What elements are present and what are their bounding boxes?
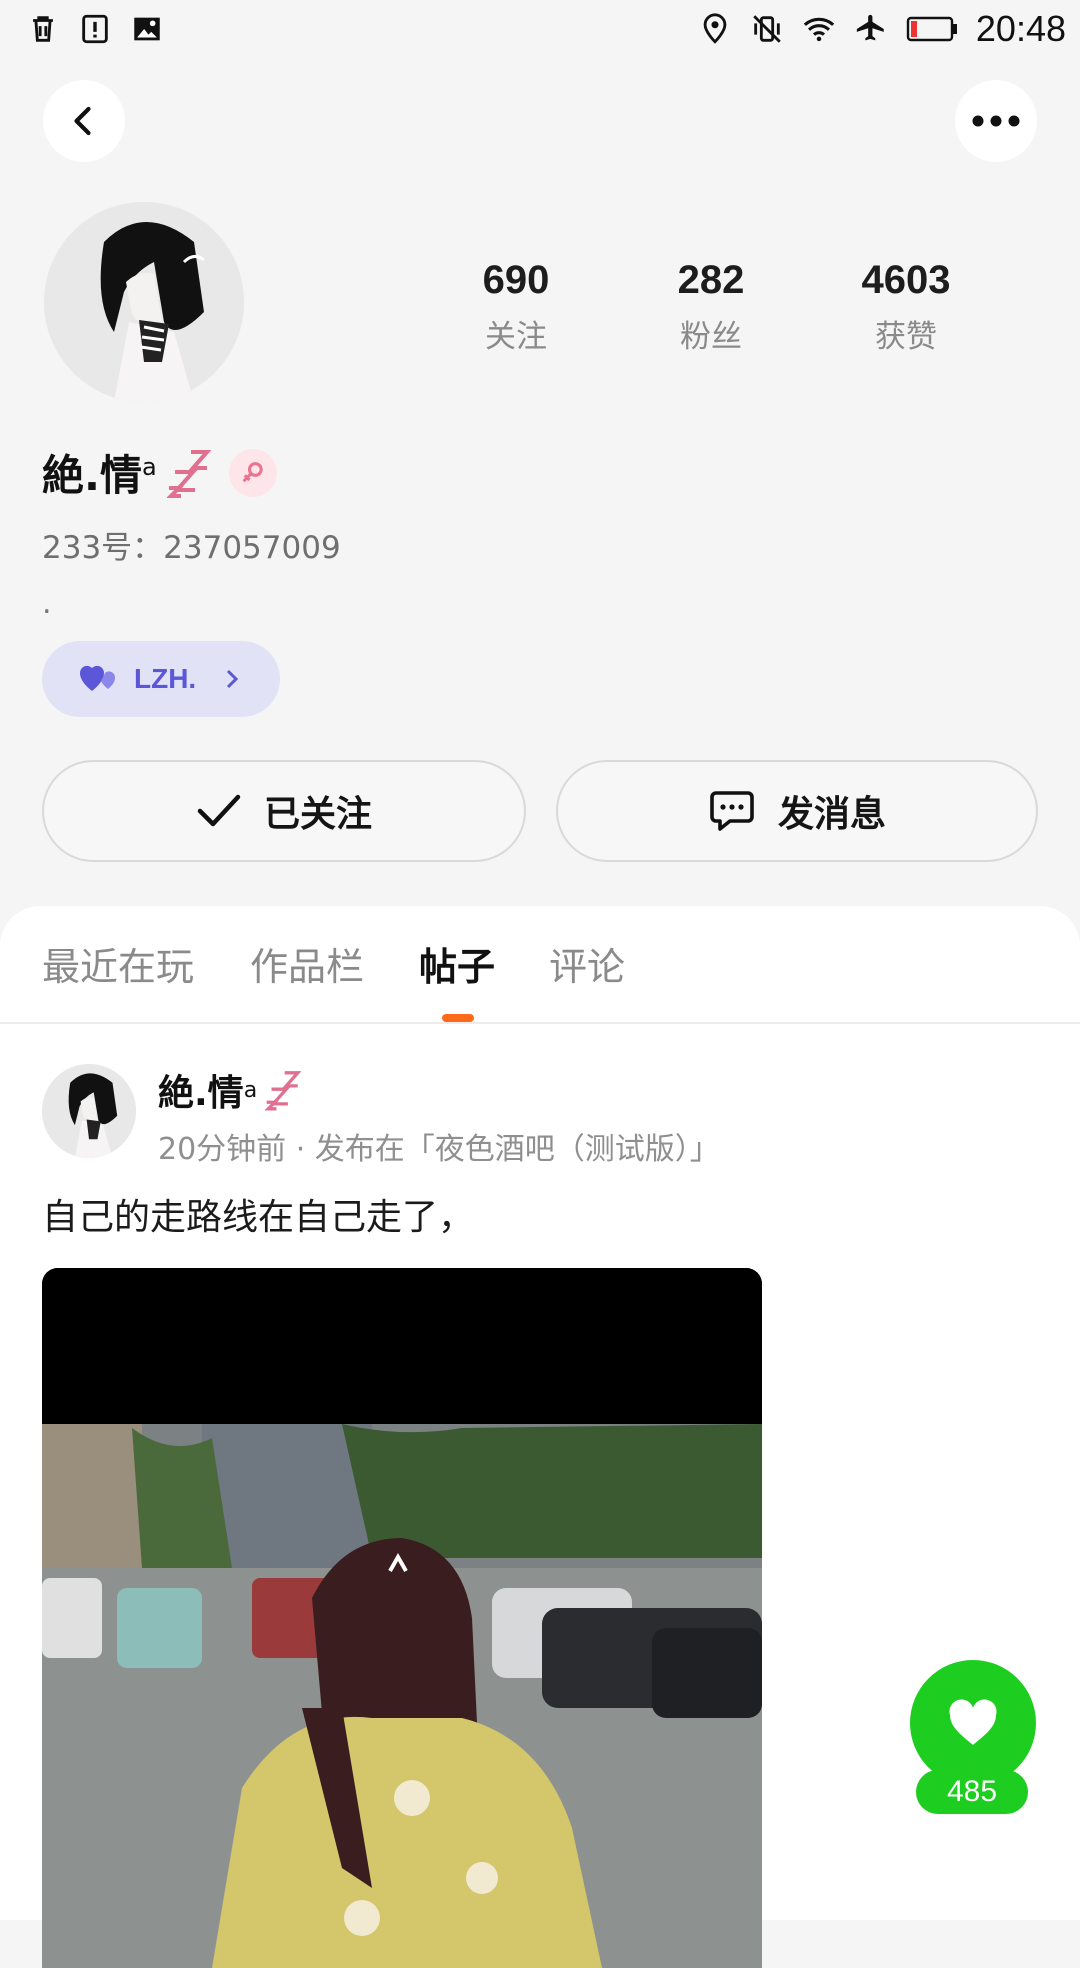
wifi-icon bbox=[803, 17, 835, 42]
send-message-label: 发消息 bbox=[777, 794, 886, 835]
stat-label: 粉丝 bbox=[680, 319, 742, 355]
airplane-icon bbox=[856, 14, 884, 41]
stat-value: 4603 bbox=[861, 258, 951, 302]
stat-value: 690 bbox=[482, 258, 550, 302]
profile-name-sup: a bbox=[141, 453, 157, 481]
stat-label: 获赞 bbox=[875, 319, 937, 355]
following-button-label: 已关注 bbox=[263, 794, 372, 835]
tab-recently-played[interactable]: 最近在玩 bbox=[42, 936, 194, 991]
heart-pair-icon bbox=[79, 665, 116, 691]
profile-bio: . bbox=[42, 586, 52, 621]
status-time: 20:48 bbox=[975, 8, 1066, 49]
relation-tag-label: LZH. bbox=[134, 663, 197, 694]
alert-icon bbox=[82, 14, 108, 44]
like-count: 485 bbox=[916, 1770, 1028, 1814]
back-button[interactable] bbox=[43, 80, 125, 162]
chat-bubble-icon bbox=[710, 791, 754, 831]
post-author-name-sup: a bbox=[243, 1077, 258, 1103]
post-meta: 20分钟前 · 发布在「夜色酒吧（测试版）」 bbox=[158, 1132, 720, 1167]
status-bar: 20:48 bbox=[0, 0, 1080, 62]
sleep-z-icon bbox=[166, 449, 211, 498]
profile-name-row: 絶.情a bbox=[42, 442, 277, 503]
vibrate-off-icon bbox=[753, 15, 781, 43]
post-author-avatar[interactable] bbox=[42, 1064, 136, 1158]
post-photo bbox=[42, 1268, 762, 1968]
chevron-right-icon bbox=[227, 669, 239, 689]
check-icon bbox=[197, 794, 241, 827]
battery-icon bbox=[906, 16, 957, 42]
sleep-z-icon bbox=[265, 1071, 302, 1111]
more-button[interactable] bbox=[955, 80, 1037, 162]
tab-comments[interactable]: 评论 bbox=[549, 936, 625, 991]
profile-tabs: 最近在玩 作品栏 帖子 评论 bbox=[0, 936, 1080, 1016]
user-id: 233号：237057009 bbox=[42, 530, 341, 566]
stat-following[interactable]: 690 关注 bbox=[436, 258, 596, 356]
avatar-illustration bbox=[42, 1064, 136, 1158]
trash-icon bbox=[33, 16, 53, 42]
send-message-button[interactable]: 发消息 bbox=[556, 760, 1038, 862]
following-button[interactable]: 已关注 bbox=[42, 760, 526, 862]
content-panel: 最近在玩 作品栏 帖子 评论 絶.情 a 20分钟前 · 发布在「夜色酒吧（测试版… bbox=[0, 906, 1080, 1968]
like-button[interactable] bbox=[910, 1660, 1036, 1786]
stat-value: 282 bbox=[677, 258, 745, 302]
image-icon bbox=[134, 17, 160, 41]
post-author-name[interactable]: 絶.情 a bbox=[158, 1064, 302, 1116]
profile-name: 絶.情a bbox=[42, 442, 157, 503]
tab-works[interactable]: 作品栏 bbox=[250, 936, 364, 991]
female-icon bbox=[228, 448, 277, 497]
post-image[interactable] bbox=[42, 1268, 762, 1968]
chevron-left-icon bbox=[74, 106, 91, 136]
post-author-name-text: 絶.情 bbox=[158, 1073, 244, 1114]
more-dots-icon bbox=[972, 115, 1020, 127]
relation-tag[interactable]: LZH. bbox=[42, 641, 280, 717]
stat-followers[interactable]: 282 粉丝 bbox=[631, 258, 791, 356]
tab-indicator bbox=[442, 1014, 474, 1022]
post-text: 自己的走路线在自己走了， bbox=[42, 1197, 475, 1238]
profile-name-text: 絶.情 bbox=[42, 451, 142, 500]
location-icon bbox=[703, 13, 727, 44]
stat-likes[interactable]: 4603 获赞 bbox=[826, 258, 986, 356]
tab-posts[interactable]: 帖子 bbox=[419, 936, 495, 991]
tab-divider bbox=[0, 1022, 1080, 1024]
profile-avatar[interactable] bbox=[44, 202, 244, 402]
heart-icon bbox=[949, 1699, 997, 1745]
stat-label: 关注 bbox=[485, 319, 547, 355]
avatar-illustration bbox=[44, 202, 244, 402]
